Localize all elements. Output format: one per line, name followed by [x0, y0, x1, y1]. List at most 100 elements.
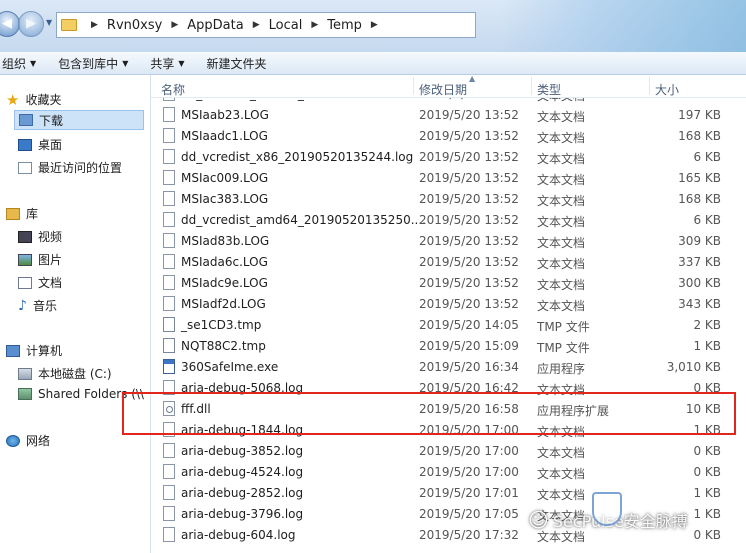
sidebar-item-desktop[interactable]: 桌面 [18, 136, 62, 153]
forward-button[interactable]: ▶ [18, 11, 44, 37]
documents-library-icon [18, 276, 32, 289]
file-name: _se1CD3.tmp [181, 318, 262, 332]
file-name: aria-debug-604.log [181, 528, 296, 542]
text-document-icon [163, 254, 175, 269]
sidebar-item-network[interactable]: 网络 [6, 432, 50, 449]
text-document-icon [163, 275, 175, 290]
file-date: 2019/5/20 17:01 [419, 486, 519, 500]
video-library-icon [18, 230, 32, 243]
file-name: aria-debug-4524.log [181, 465, 304, 479]
address-bar: ◀ ▶ ▼ ▶ Rvn0xsy ▶ AppData ▶ Local ▶ Temp ▶ [0, 0, 746, 52]
chevron-right-icon: ▶ [91, 20, 98, 30]
sidebar-item-computer[interactable]: 计算机 [6, 342, 62, 359]
file-size: 300 KB [678, 276, 721, 290]
column-divider[interactable] [531, 77, 532, 95]
sort-ascending-icon: ▲ [469, 75, 476, 83]
file-type: 文本文档 [537, 152, 586, 166]
file-name: dd_vcredist_amd64_20190520135250.... [181, 213, 426, 227]
column-divider[interactable] [649, 77, 650, 95]
text-document-icon [163, 422, 175, 437]
file-row[interactable]: dd_vcredist_amd64_20190520135250.... 2019… [151, 209, 746, 230]
file-date: 2019/5/20 13:52 [419, 150, 519, 164]
file-type: 文本文档 [537, 299, 586, 313]
file-row[interactable]: MSIad83b.LOG 2019/5/20 13:52 文本文档 309 KB [151, 230, 746, 251]
file-row[interactable]: MSIada6c.LOG 2019/5/20 13:52 文本文档 337 KB [151, 251, 746, 272]
breadcrumb-item[interactable]: ▶ AppData [163, 18, 244, 33]
share-menu[interactable]: 共享 ▼ [150, 55, 184, 72]
star-icon: ★ [6, 90, 20, 109]
sidebar-item-libraries[interactable]: 库 [6, 205, 38, 222]
file-row[interactable]: 360SafeIme.exe 2019/5/20 16:34 应用程序 3,010 K… [151, 356, 746, 377]
file-row[interactable]: MSIaadc1.LOG 2019/5/20 13:52 文本文档 168 KB [151, 125, 746, 146]
file-date: 2019/5/20 17:05 [419, 507, 519, 521]
file-row[interactable]: dd_vcredist_x86_20190520135244.log 2019/5… [151, 146, 746, 167]
chevron-down-icon: ▼ [30, 58, 37, 68]
file-date: 2019/5/20 17:00 [419, 465, 519, 479]
file-row[interactable]: aria-debug-1844.log 2019/5/20 17:00 文本文档 1 … [151, 419, 746, 440]
back-button[interactable]: ◀ [0, 11, 20, 37]
file-type: 文本文档 [537, 194, 586, 208]
text-document-icon [163, 338, 175, 353]
file-row[interactable]: MSIaab23.LOG 2019/5/20 13:52 文本文档 197 KB [151, 104, 746, 125]
sidebar-item-documents[interactable]: 文档 [18, 274, 62, 291]
text-document-icon [163, 317, 175, 332]
file-size: 343 KB [678, 297, 721, 311]
sidebar-item-music[interactable]: ♪ 音乐 [18, 297, 57, 314]
sidebar-item-downloads[interactable]: 下载 [14, 110, 144, 130]
file-row[interactable]: fff.dll 2019/5/20 16:58 应用程序扩展 10 KB [151, 398, 746, 419]
breadcrumb-item[interactable]: ▶ Temp ▶ [303, 18, 386, 33]
file-row[interactable]: _se1CD3.tmp 2019/5/20 14:05 TMP 文件 2 KB [151, 314, 746, 335]
organize-menu[interactable]: 组织 ▼ [2, 55, 36, 72]
command-bar: 组织 ▼ 包含到库中 ▼ 共享 ▼ 新建文件夹 [0, 52, 746, 75]
network-drive-icon [18, 388, 32, 400]
sidebar-item-pictures[interactable]: 图片 [18, 251, 62, 268]
text-document-icon [163, 233, 175, 248]
file-row[interactable]: aria-debug-3796.log 2019/5/20 17:05 文本文档 1 … [151, 503, 746, 524]
column-headers: 名称 修改日期 ▲ 类型 大小 [151, 75, 746, 98]
breadcrumb[interactable]: ▶ Rvn0xsy ▶ AppData ▶ Local ▶ Temp ▶ [56, 12, 476, 38]
column-header-size[interactable]: 大小 [655, 81, 679, 98]
file-row[interactable]: NQT88C2.tmp 2019/5/20 15:09 TMP 文件 1 KB [151, 335, 746, 356]
sidebar-item-local-disk[interactable]: 本地磁盘 (C:) [18, 365, 112, 382]
file-row[interactable]: aria-debug-4524.log 2019/5/20 17:00 文本文档 0 … [151, 461, 746, 482]
file-size: 165 KB [678, 171, 721, 185]
chevron-right-icon: ▶ [252, 20, 260, 30]
chevron-down-icon: ▼ [178, 58, 185, 68]
new-folder-button[interactable]: 新建文件夹 [207, 55, 267, 72]
file-row[interactable]: aria-debug-604.log 2019/5/20 17:32 文本文档 0 K… [151, 524, 746, 545]
file-date: 2019/5/20 17:00 [419, 423, 519, 437]
column-header-name[interactable]: 名称 [161, 81, 185, 98]
file-row[interactable]: aria-debug-2852.log 2019/5/20 17:01 文本文档 1 … [151, 482, 746, 503]
text-document-icon [163, 527, 175, 542]
file-row[interactable]: aria-debug-5068.log 2019/5/20 16:42 文本文档 0 … [151, 377, 746, 398]
file-row[interactable]: MSIadf2d.LOG 2019/5/20 13:52 文本文档 343 KB [151, 293, 746, 314]
file-row[interactable]: MSIadc9e.LOG 2019/5/20 13:52 文本文档 300 KB [151, 272, 746, 293]
breadcrumb-item[interactable]: ▶ Rvn0xsy [83, 18, 163, 33]
text-document-icon [163, 128, 175, 143]
file-date: 2019/5/20 15:09 [419, 339, 519, 353]
downloads-folder-icon [19, 114, 33, 126]
file-row[interactable]: MSIac009.LOG 2019/5/20 13:52 文本文档 165 KB [151, 167, 746, 188]
sidebar-item-favorites[interactable]: ★ 收藏夹 [6, 91, 61, 108]
file-type: TMP 文件 [537, 341, 590, 355]
text-document-icon [163, 170, 175, 185]
include-in-library-menu[interactable]: 包含到库中 ▼ [58, 55, 128, 72]
column-divider[interactable] [413, 77, 414, 95]
column-header-type[interactable]: 类型 [537, 81, 561, 98]
file-type: 文本文档 [537, 110, 586, 124]
file-name: MSIac009.LOG [181, 171, 269, 185]
sidebar-item-videos[interactable]: 视频 [18, 228, 62, 245]
file-row[interactable]: aria-debug-3852.log 2019/5/20 17:00 文本文档 0 … [151, 440, 746, 461]
sidebar-item-shared-folders[interactable]: Shared Folders (\\ [18, 387, 144, 401]
column-header-date[interactable]: 修改日期 [419, 81, 467, 98]
file-size: 2 KB [693, 318, 721, 332]
file-row[interactable]: MSIac383.LOG 2019/5/20 13:52 文本文档 168 KB [151, 188, 746, 209]
file-type: 文本文档 [537, 467, 586, 481]
file-name: aria-debug-1844.log [181, 423, 304, 437]
breadcrumb-item[interactable]: ▶ Local [245, 18, 304, 33]
file-type: 文本文档 [537, 278, 586, 292]
recent-pages-chevron-icon[interactable]: ▼ [46, 18, 52, 27]
file-size: 337 KB [678, 255, 721, 269]
chevron-right-icon[interactable]: ▶ [371, 20, 378, 30]
sidebar-item-recent[interactable]: 最近访问的位置 [18, 159, 122, 176]
